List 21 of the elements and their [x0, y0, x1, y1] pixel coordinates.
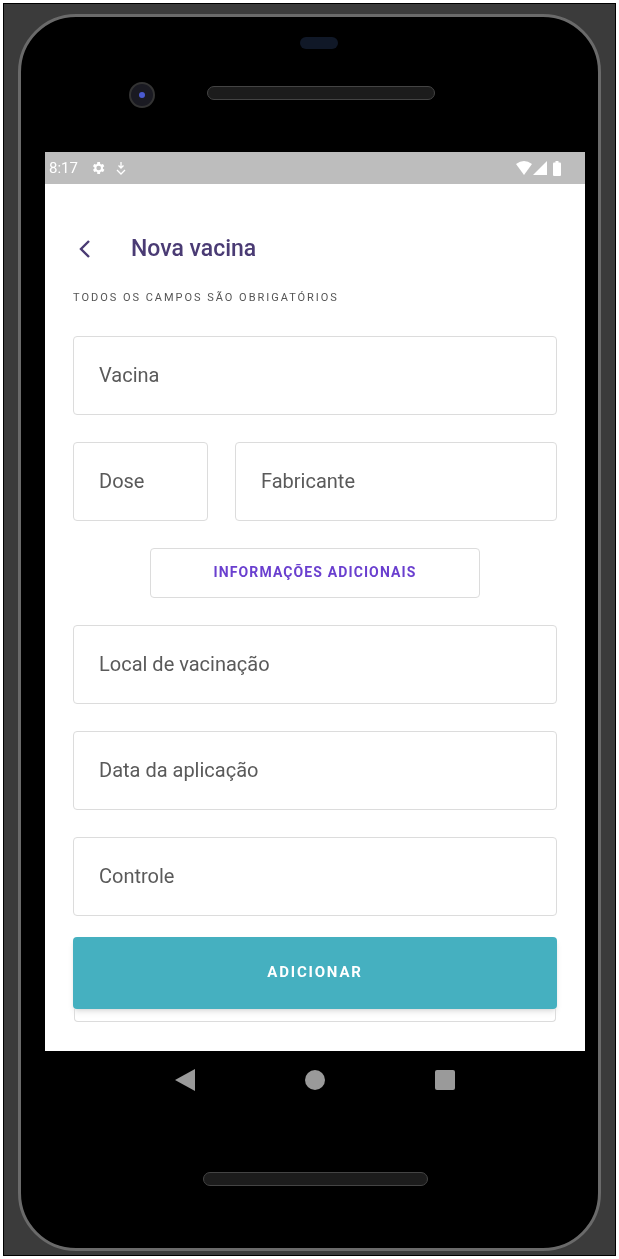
- input-field[interactable]: Dose: [73, 441, 208, 521]
- home-nav-icon[interactable]: [305, 1070, 325, 1090]
- page-title: Nova vacina: [131, 233, 257, 264]
- speaker-grille-icon: [207, 86, 435, 100]
- download-icon: [115, 161, 126, 175]
- status-time: 8:17: [49, 157, 78, 179]
- back-nav-icon[interactable]: [175, 1069, 195, 1091]
- required-note: TODOS OS CAMPOS SÃO OBRIGATÓRIOS: [73, 290, 340, 306]
- input-field[interactable]: Data da aplicação: [73, 730, 557, 810]
- wifi-icon: [516, 161, 532, 175]
- input-field[interactable]: Controle: [73, 836, 557, 916]
- earpiece-icon: [300, 37, 338, 49]
- additional-info-button[interactable]: INFORMAÇÕES ADICIONAIS: [150, 547, 480, 598]
- input-field[interactable]: Fabricante: [235, 441, 557, 521]
- back-icon[interactable]: [79, 239, 91, 259]
- signal-icon: [533, 161, 547, 175]
- input-field[interactable]: Local de vacinação: [73, 624, 557, 704]
- battery-icon: [553, 160, 561, 176]
- speaker-grille-icon: [202, 1171, 428, 1186]
- camera-icon: [129, 82, 155, 108]
- input-field[interactable]: Vacina: [73, 335, 557, 415]
